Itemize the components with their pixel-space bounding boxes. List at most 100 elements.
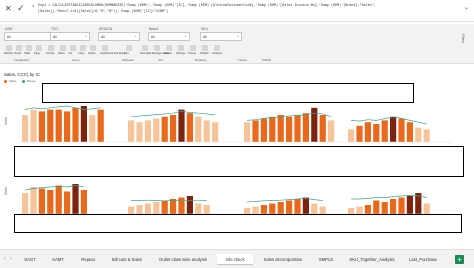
bar: [195, 116, 202, 142]
tab-info-check[interactable]: Info check: [217, 254, 253, 265]
tab-repeat[interactable]: Repeat: [74, 254, 102, 265]
tab-sales-decomposition[interactable]: Sales decomposition: [256, 254, 310, 265]
check-icon[interactable]: ✓: [17, 3, 25, 14]
bar: [277, 115, 284, 142]
slicer-value: All: [151, 35, 155, 39]
ribbon-button[interactable]: Settings: [176, 45, 186, 57]
bar: [30, 187, 37, 214]
tab-samt[interactable]: SAMT: [45, 254, 71, 265]
ribbon-button-icon: [178, 45, 184, 51]
bar: [302, 113, 309, 142]
ribbon-button[interactable]: Copy: [78, 45, 88, 57]
formula-text-line1[interactable]: Exp1 = CALCULATETABLE(ADDCOLUMNS(SUMMARI…: [38, 4, 376, 8]
tab-label: Sales decomposition: [263, 257, 303, 262]
ribbon-button-label: Refresh: [4, 52, 14, 55]
formula-text-line2[interactable]: [Sales]),"Bonu",int([Sales]/6,"0","B")),…: [38, 10, 168, 14]
chevron-down-icon: ⌄: [184, 34, 187, 38]
ribbon-button-label: Publish: [200, 52, 209, 55]
ribbon-button-icon: [126, 45, 132, 51]
ribbon-button[interactable]: Format: [46, 45, 56, 57]
slicer-value: All: [203, 35, 207, 39]
bar: [373, 124, 380, 142]
bar: [203, 120, 210, 142]
add-page-button[interactable]: +: [455, 255, 464, 264]
close-icon[interactable]: ✕: [5, 4, 12, 13]
filter-pane-toggle-label[interactable]: Filters: [461, 34, 465, 43]
ribbon-button[interactable]: Refresh: [4, 45, 14, 57]
redaction-box: [14, 146, 464, 177]
tab-last-purchase[interactable]: Last_Purchase: [405, 254, 441, 265]
bar: [72, 184, 79, 214]
tab-bill-cuts-sales[interactable]: Bill cuts & Sales: [105, 254, 149, 265]
bar: [252, 120, 259, 142]
ribbon-group-label: Modeling: [195, 58, 207, 62]
ribbon-button-icon: [154, 45, 160, 51]
redaction-box: [42, 83, 414, 103]
slicer-dropdown[interactable]: All ⌄: [200, 32, 242, 41]
bar: [186, 113, 193, 142]
ribbon-button[interactable]: Page: [34, 45, 44, 57]
bar: [381, 202, 388, 214]
bar: [22, 193, 29, 214]
tab-label: SAMT: [52, 257, 64, 262]
bar: [398, 197, 405, 214]
bar: [22, 115, 29, 142]
ribbon-button[interactable]: New table: [140, 45, 152, 57]
ribbon-button[interactable]: Manage relations: [152, 45, 172, 57]
tab-scroll-right-icon[interactable]: ›: [10, 256, 12, 262]
tab-smpls[interactable]: SMPLS: [313, 254, 339, 265]
ribbon-button-label: Visual: [14, 52, 22, 55]
bar: [269, 116, 276, 142]
bar: [277, 202, 284, 214]
ribbon-button-icon: [102, 45, 108, 51]
tab-label: Last_Purchase: [409, 257, 437, 262]
tab-outlet-class[interactable]: Outlet class wise analysis: [152, 254, 214, 265]
ribbon-button-label: Delete: [88, 52, 96, 55]
slicer-label: REGION: [99, 27, 113, 31]
ribbon-button[interactable]: Publish: [200, 45, 210, 57]
tab-scroll-left-icon[interactable]: ‹: [4, 256, 6, 262]
bar: [64, 111, 71, 142]
bar: [244, 122, 251, 142]
bar: [128, 120, 135, 142]
bar: [186, 196, 193, 214]
ribbon-button[interactable]: Theme: [188, 45, 198, 57]
slicer-label: TSO: [51, 27, 58, 31]
ribbon-group-label: Theme: [238, 58, 247, 62]
ribbon-button[interactable]: Table: [24, 45, 34, 57]
bar: [212, 122, 219, 142]
expand-formula-icon[interactable]: ⌄: [464, 4, 469, 11]
tab-label: SKU_Together_Analysis: [349, 257, 395, 262]
bar: [260, 118, 267, 142]
ribbon-button-icon: [60, 45, 66, 51]
ribbon-button[interactable]: Analytics: [212, 45, 222, 57]
bar: [38, 111, 45, 142]
formula-bar[interactable]: ✕ ✓ 1 Exp1 = CALCULATETABLE(ADDCOLUMNS(S…: [0, 0, 474, 22]
bar: [398, 118, 405, 142]
bar: [390, 116, 397, 142]
ribbon-button[interactable]: Data: [164, 45, 174, 57]
bar: [423, 203, 430, 214]
ribbon-button-icon: [70, 45, 76, 51]
bar: [80, 190, 87, 214]
bar: [373, 200, 380, 214]
slicer-dropdown[interactable]: All ⌄: [50, 32, 90, 41]
ribbon-button-icon: [16, 45, 22, 51]
ribbon-button-label: Settings: [176, 52, 186, 55]
bar: [415, 127, 422, 142]
bar: [136, 205, 143, 214]
ribbon-button[interactable]: Sort: [124, 45, 134, 57]
tab-sagt[interactable]: SAGT: [18, 254, 42, 265]
ribbon-button-icon: [36, 45, 42, 51]
slicer-dropdown[interactable]: All ⌄: [148, 32, 190, 41]
bar: [170, 199, 177, 214]
ribbon-button[interactable]: Visual: [14, 45, 24, 57]
ribbon-button[interactable]: Delete: [88, 45, 98, 57]
slicer-dropdown[interactable]: All ⌄: [98, 32, 140, 41]
ribbon-button[interactable]: Cut: [68, 45, 78, 57]
bar: [144, 203, 151, 214]
ribbon-button[interactable]: Conditional formatting: [100, 45, 125, 57]
tab-sku-together[interactable]: SKU_Together_Analysis: [342, 254, 402, 265]
slicer-value: All: [53, 35, 57, 39]
ribbon-button[interactable]: Paste: [58, 45, 68, 57]
